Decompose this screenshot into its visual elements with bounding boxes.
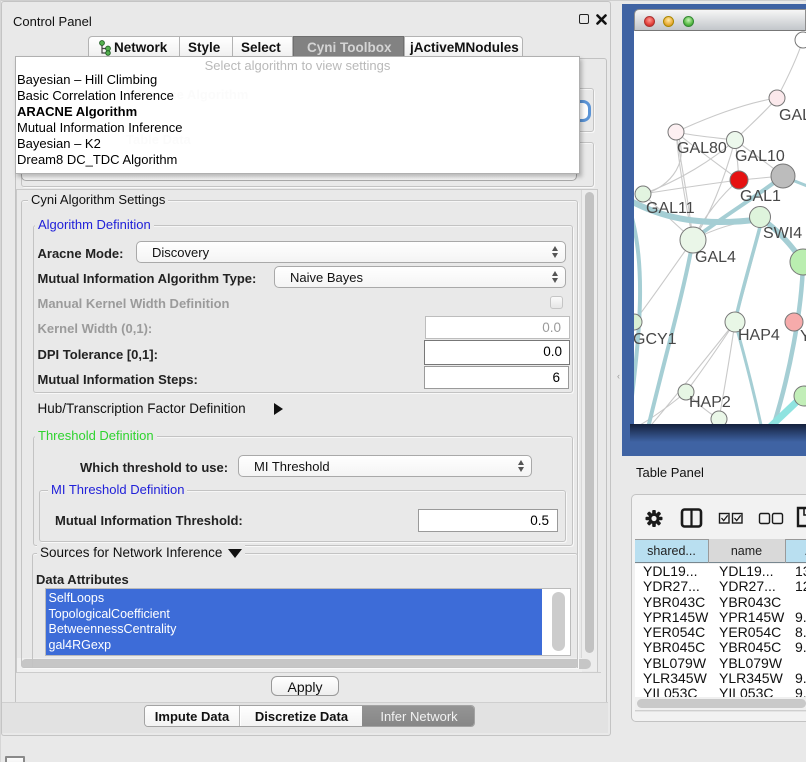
svg-text:GAL11: GAL11 [646, 200, 695, 217]
svg-text:HAP2: HAP2 [689, 394, 731, 411]
svg-text:HAP4: HAP4 [738, 327, 780, 344]
svg-text:SWI4: SWI4 [763, 225, 802, 242]
svg-text:Y: Y [800, 328, 806, 345]
svg-text:GCY1: GCY1 [634, 331, 677, 348]
svg-text:GAL10: GAL10 [735, 148, 785, 165]
svg-text:GAL80: GAL80 [677, 140, 727, 157]
svg-text:GAL4: GAL4 [695, 249, 736, 266]
svg-text:GAL1: GAL1 [740, 188, 781, 205]
svg-text:GAL: GAL [779, 107, 806, 124]
